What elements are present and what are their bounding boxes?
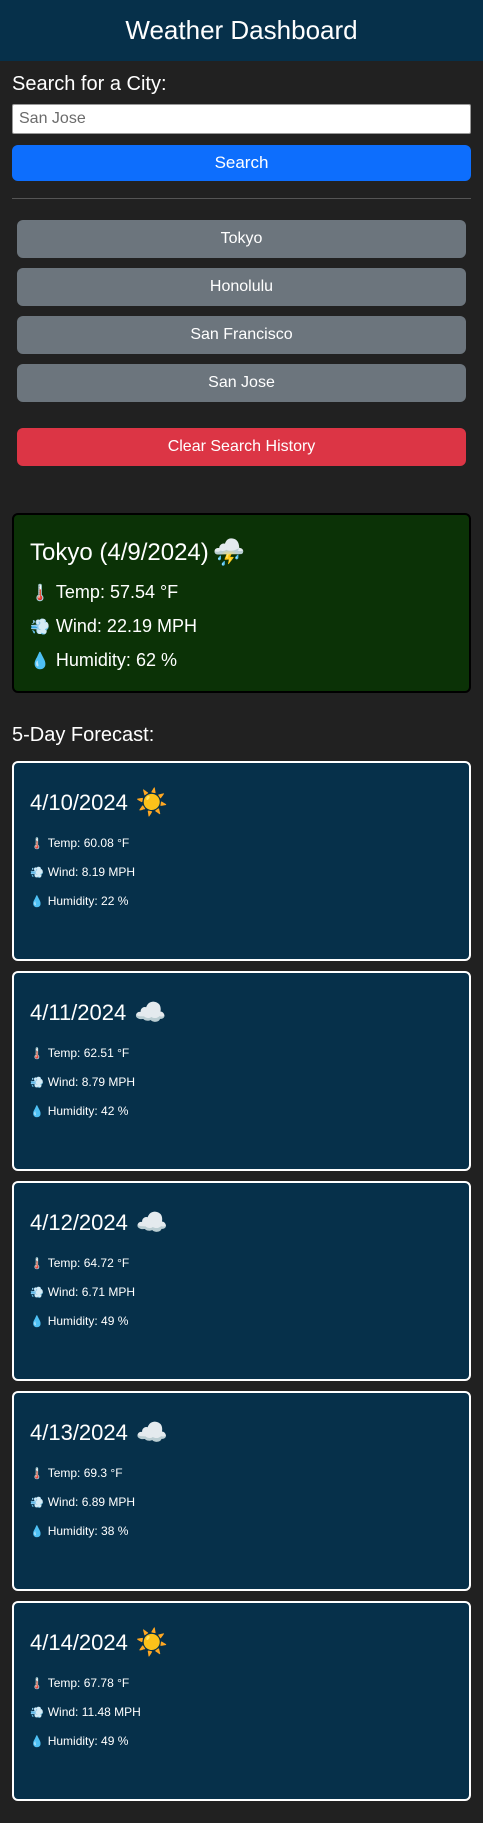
current-city-date: Tokyo (4/9/2024) xyxy=(30,538,209,566)
forecast-wind: 💨 Wind: 8.79 MPH xyxy=(30,1075,453,1089)
forecast-humidity-value: Humidity: 22 % xyxy=(47,894,129,908)
forecast-date: 4/11/2024 xyxy=(30,999,127,1025)
search-section: Search for a City: Search xyxy=(0,61,483,181)
forecast-humidity: 💧 Humidity: 49 % xyxy=(30,1734,453,1748)
current-temp: 🌡️ Temp: 57.54 °F xyxy=(30,582,453,603)
thermometer-icon: 🌡️ xyxy=(30,1677,44,1690)
droplet-icon: 💧 xyxy=(30,1735,44,1748)
city-search-input[interactable] xyxy=(12,104,471,134)
thunderstorm-sun-icon: ⛈️ xyxy=(212,537,246,567)
sun-icon: ☀️ xyxy=(135,787,169,817)
forecast-wind: 💨 Wind: 8.19 MPH xyxy=(30,865,453,879)
history-item-san-francisco[interactable]: San Francisco xyxy=(17,316,466,354)
forecast-card: 4/14/2024 ☀️ 🌡️ Temp: 67.78 °F 💨 Wind: 1… xyxy=(12,1601,471,1801)
forecast-date-row: 4/10/2024 ☀️ xyxy=(30,787,453,818)
history-item-tokyo[interactable]: Tokyo xyxy=(17,220,466,258)
forecast-wind-value: Wind: 11.48 MPH xyxy=(47,1705,141,1719)
thermometer-icon: 🌡️ xyxy=(30,837,44,850)
forecast-wind: 💨 Wind: 11.48 MPH xyxy=(30,1705,453,1719)
search-history: Tokyo Honolulu San Francisco San Jose Cl… xyxy=(0,199,483,466)
wind-icon: 💨 xyxy=(30,1286,44,1299)
current-humidity-value: Humidity: 62 % xyxy=(55,650,177,670)
cloud-icon: ☁️ xyxy=(135,1417,169,1447)
search-label: Search for a City: xyxy=(12,73,167,95)
forecast-temp-value: Temp: 64.72 °F xyxy=(47,1256,130,1270)
forecast-wind-value: Wind: 8.79 MPH xyxy=(47,1075,136,1089)
thermometer-icon: 🌡️ xyxy=(30,584,50,602)
forecast-temp: 🌡️ Temp: 64.72 °F xyxy=(30,1256,453,1270)
forecast-list: 4/10/2024 ☀️ 🌡️ Temp: 60.08 °F 💨 Wind: 8… xyxy=(0,747,483,1801)
wind-icon: 💨 xyxy=(30,1706,44,1719)
wind-icon: 💨 xyxy=(30,618,50,636)
forecast-humidity-value: Humidity: 49 % xyxy=(47,1314,129,1328)
forecast-temp-value: Temp: 69.3 °F xyxy=(47,1466,123,1480)
forecast-humidity: 💧 Humidity: 42 % xyxy=(30,1104,453,1118)
forecast-wind-value: Wind: 6.89 MPH xyxy=(47,1495,136,1509)
forecast-temp-value: Temp: 67.78 °F xyxy=(47,1676,130,1690)
forecast-card: 4/13/2024 ☁️ 🌡️ Temp: 69.3 °F 💨 Wind: 6.… xyxy=(12,1391,471,1591)
droplet-icon: 💧 xyxy=(30,895,44,908)
forecast-card: 4/12/2024 ☁️ 🌡️ Temp: 64.72 °F 💨 Wind: 6… xyxy=(12,1181,471,1381)
thermometer-icon: 🌡️ xyxy=(30,1047,44,1060)
forecast-date: 4/14/2024 xyxy=(30,1629,128,1655)
forecast-humidity: 💧 Humidity: 38 % xyxy=(30,1524,453,1538)
droplet-icon: 💧 xyxy=(30,1315,44,1328)
sun-icon: ☀️ xyxy=(135,1627,169,1657)
history-item-honolulu[interactable]: Honolulu xyxy=(17,268,466,306)
forecast-wind-value: Wind: 6.71 MPH xyxy=(47,1285,136,1299)
thermometer-icon: 🌡️ xyxy=(30,1467,44,1480)
droplet-icon: 💧 xyxy=(30,1525,44,1538)
wind-icon: 💨 xyxy=(30,866,44,879)
forecast-date: 4/12/2024 xyxy=(30,1209,128,1235)
clear-history-button[interactable]: Clear Search History xyxy=(17,428,466,466)
forecast-humidity: 💧 Humidity: 49 % xyxy=(30,1314,453,1328)
droplet-icon: 💧 xyxy=(30,1105,44,1118)
forecast-date: 4/13/2024 xyxy=(30,1419,128,1445)
cloud-icon: ☁️ xyxy=(135,1207,169,1237)
wind-icon: 💨 xyxy=(30,1076,44,1089)
current-wind: 💨 Wind: 22.19 MPH xyxy=(30,616,453,637)
current-weather-title: Tokyo (4/9/2024) ⛈️ xyxy=(30,537,453,568)
forecast-humidity: 💧 Humidity: 22 % xyxy=(30,894,453,908)
forecast-temp-value: Temp: 62.51 °F xyxy=(47,1046,130,1060)
current-wind-value: Wind: 22.19 MPH xyxy=(55,616,197,636)
forecast-date-row: 4/12/2024 ☁️ xyxy=(30,1207,453,1238)
droplet-icon: 💧 xyxy=(30,652,50,670)
forecast-temp: 🌡️ Temp: 60.08 °F xyxy=(30,836,453,850)
forecast-wind: 💨 Wind: 6.71 MPH xyxy=(30,1285,453,1299)
forecast-card: 4/10/2024 ☀️ 🌡️ Temp: 60.08 °F 💨 Wind: 8… xyxy=(12,761,471,961)
forecast-heading: 5-Day Forecast: xyxy=(12,724,155,746)
forecast-card: 4/11/2024 ☁️ 🌡️ Temp: 62.51 °F 💨 Wind: 8… xyxy=(12,971,471,1171)
history-item-san-jose[interactable]: San Jose xyxy=(17,364,466,402)
search-button[interactable]: Search xyxy=(12,145,471,181)
cloud-icon: ☁️ xyxy=(134,997,167,1027)
forecast-temp: 🌡️ Temp: 69.3 °F xyxy=(30,1466,453,1480)
forecast-date: 4/10/2024 xyxy=(30,789,128,815)
forecast-date-row: 4/14/2024 ☀️ xyxy=(30,1627,453,1658)
forecast-humidity-value: Humidity: 49 % xyxy=(47,1734,129,1748)
forecast-wind: 💨 Wind: 6.89 MPH xyxy=(30,1495,453,1509)
forecast-humidity-value: Humidity: 38 % xyxy=(47,1524,129,1538)
forecast-date-row: 4/11/2024 ☁️ xyxy=(30,997,453,1028)
wind-icon: 💨 xyxy=(30,1496,44,1509)
app-header: Weather Dashboard xyxy=(0,0,483,61)
forecast-temp: 🌡️ Temp: 67.78 °F xyxy=(30,1676,453,1690)
current-temp-value: Temp: 57.54 °F xyxy=(55,582,179,602)
thermometer-icon: 🌡️ xyxy=(30,1257,44,1270)
forecast-wind-value: Wind: 8.19 MPH xyxy=(47,865,136,879)
forecast-date-row: 4/13/2024 ☁️ xyxy=(30,1417,453,1448)
current-humidity: 💧 Humidity: 62 % xyxy=(30,650,453,671)
page-title: Weather Dashboard xyxy=(125,15,358,45)
forecast-humidity-value: Humidity: 42 % xyxy=(47,1104,129,1118)
current-weather-card: Tokyo (4/9/2024) ⛈️ 🌡️ Temp: 57.54 °F 💨 … xyxy=(12,513,471,693)
forecast-temp-value: Temp: 60.08 °F xyxy=(47,836,130,850)
forecast-temp: 🌡️ Temp: 62.51 °F xyxy=(30,1046,453,1060)
